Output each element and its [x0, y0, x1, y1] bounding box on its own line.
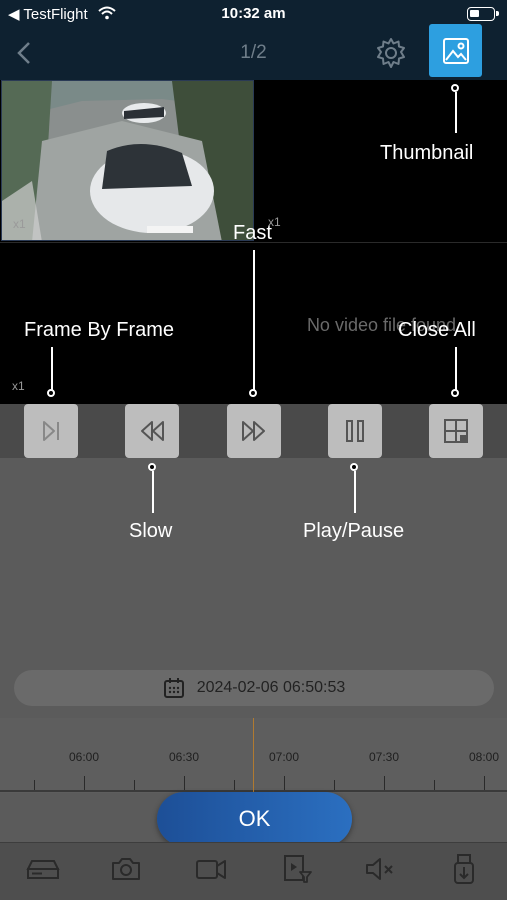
timeline-tick: [284, 776, 285, 790]
playback-panel: 2024-02-06 06:50:53 06:00 06:30 07:00 07…: [0, 458, 507, 900]
mute-icon[interactable]: [362, 853, 398, 885]
callout-line: [455, 92, 457, 133]
timeline-tick-label: 06:30: [168, 750, 200, 764]
status-time: 10:32 am: [221, 5, 286, 22]
close-all-callout: Close All: [398, 319, 476, 341]
fast-callout: Fast: [233, 222, 272, 244]
fast-button[interactable]: [227, 404, 281, 458]
callout-line: [51, 347, 53, 390]
thumbnail-button[interactable]: [429, 24, 482, 77]
timeline-cursor[interactable]: [253, 718, 254, 793]
callout-line: [354, 471, 356, 513]
nav-bar: 1/2: [0, 24, 507, 80]
callout-dot: [350, 463, 358, 471]
timeline-tick: [184, 776, 185, 790]
timeline-tick: [334, 780, 335, 790]
grid-close-icon: [444, 419, 468, 443]
frame-by-frame-button[interactable]: [24, 404, 78, 458]
calendar-icon: [163, 678, 184, 698]
timeline-tick: [234, 780, 235, 790]
timeline-tick: [384, 776, 385, 790]
frame-by-frame-callout: Frame By Frame: [24, 319, 175, 341]
slow-button[interactable]: [125, 404, 179, 458]
video-record-icon[interactable]: [193, 853, 229, 885]
timeline-tick: [484, 776, 485, 790]
playback-controls: [0, 404, 507, 458]
ok-button[interactable]: OK: [157, 792, 352, 846]
callout-line: [455, 347, 457, 390]
date-picker[interactable]: 2024-02-06 06:50:53: [14, 670, 494, 706]
bottom-toolbar: [0, 842, 507, 900]
timeline-tick-label: 06:00: [68, 750, 100, 764]
settings-button[interactable]: [374, 36, 408, 70]
callout-line: [253, 250, 255, 390]
play-pause-button[interactable]: [328, 404, 382, 458]
timeline-tick: [84, 776, 85, 790]
fast-forward-icon: [242, 421, 265, 441]
timeline-scrubber[interactable]: 06:00 06:30 07:00 07:30 08:00: [0, 718, 507, 793]
camera-icon[interactable]: [108, 853, 144, 885]
slow-callout: Slow: [129, 520, 173, 542]
camera-feed-image: [2, 81, 253, 240]
callout-dot: [47, 389, 55, 397]
date-value: 2024-02-06 06:50:53: [196, 679, 346, 696]
pause-icon: [346, 420, 364, 442]
timeline-tick: [434, 780, 435, 790]
timeline-tick-label: 07:30: [368, 750, 400, 764]
image-icon: [442, 37, 469, 64]
playback-filter-icon[interactable]: [279, 853, 315, 885]
video-cell-1[interactable]: x1: [1, 80, 254, 241]
battery-icon: [467, 7, 499, 21]
timeline-tick: [34, 780, 35, 790]
cell3-scale-label: x1: [12, 379, 25, 393]
callout-dot: [451, 389, 459, 397]
rewind-icon: [141, 421, 164, 441]
play-pause-callout: Play/Pause: [303, 520, 405, 542]
timeline-tick: [134, 780, 135, 790]
frame-step-icon: [43, 421, 59, 441]
callout-dot: [148, 463, 156, 471]
cell1-scale-label: x1: [13, 217, 26, 231]
nvr-icon[interactable]: [25, 853, 61, 885]
callout-dot: [451, 84, 459, 92]
callout-dot: [249, 389, 257, 397]
thumbnail-callout: Thumbnail: [380, 142, 474, 164]
gear-icon: [377, 38, 405, 68]
timeline-tick-label: 08:00: [468, 750, 500, 764]
callout-line: [152, 471, 154, 513]
close-all-button[interactable]: [429, 404, 483, 458]
usb-backup-icon[interactable]: [446, 853, 482, 885]
timeline-tick-label: 07:00: [268, 750, 300, 764]
